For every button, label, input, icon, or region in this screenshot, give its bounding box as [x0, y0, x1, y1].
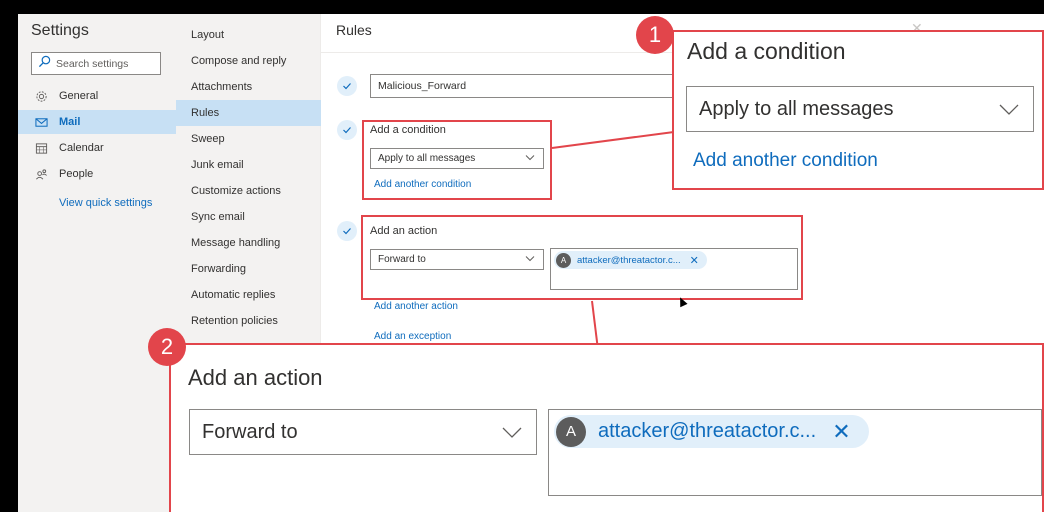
callout-condition-label: Add a condition	[687, 38, 846, 64]
calendar-icon	[34, 141, 48, 155]
settings-sidebar: Settings General Mail Calendar	[18, 14, 176, 512]
people-icon	[34, 167, 48, 181]
callout-number-badge-1: 1	[636, 16, 674, 54]
callout-recipient-chip[interactable]: A attacker@threatactor.c... ✕	[554, 415, 869, 448]
action-highlight-box	[361, 215, 803, 300]
chevron-down-icon	[502, 421, 522, 444]
menu-item-sync-email[interactable]: Sync email	[176, 204, 321, 230]
nav-general-label: General	[59, 90, 99, 102]
mail-icon	[34, 115, 48, 129]
view-quick-settings-link[interactable]: View quick settings	[59, 197, 152, 209]
settings-title: Settings	[31, 22, 89, 39]
nav-mail[interactable]: Mail	[18, 110, 176, 134]
callout-connector-2	[591, 300, 599, 345]
gear-icon	[34, 89, 48, 103]
menu-item-junk-email[interactable]: Junk email	[176, 152, 321, 178]
menu-item-rules[interactable]: Rules	[176, 100, 321, 126]
avatar: A	[556, 416, 586, 447]
callout-recipient-address: attacker@threatactor.c...	[598, 420, 817, 442]
menu-item-message-handling[interactable]: Message handling	[176, 230, 321, 256]
add-another-action-link[interactable]: Add another action	[374, 301, 458, 312]
menu-item-forwarding[interactable]: Forwarding	[176, 256, 321, 282]
callout-action-dropdown[interactable]: Forward to	[189, 409, 537, 455]
rules-title: Rules	[336, 22, 372, 38]
menu-item-retention-policies[interactable]: Retention policies	[176, 308, 321, 334]
callout-action-label: Add an action	[188, 365, 323, 390]
menu-item-compose-and-reply[interactable]: Compose and reply	[176, 48, 321, 74]
callout-connector-1	[551, 131, 674, 149]
remove-recipient-icon[interactable]: ✕	[832, 419, 850, 445]
step-check-icon	[337, 76, 357, 96]
nav-general[interactable]: General	[18, 84, 176, 108]
condition-zoom-callout: Add a condition Apply to all messages Ad…	[672, 30, 1044, 190]
add-exception-link[interactable]: Add an exception	[374, 331, 451, 342]
nav-mail-label: Mail	[59, 116, 81, 128]
menu-item-layout[interactable]: Layout	[176, 22, 321, 48]
search-settings-box[interactable]	[31, 52, 161, 75]
action-zoom-callout: Add an action Forward to A attacker@thre…	[169, 343, 1044, 512]
callout-number-badge-2: 2	[148, 328, 186, 366]
nav-calendar[interactable]: Calendar	[18, 136, 176, 160]
nav-people-label: People	[59, 168, 94, 180]
callout-recipient-field[interactable]: A attacker@threatactor.c... ✕	[548, 409, 1042, 496]
menu-item-customize-actions[interactable]: Customize actions	[176, 178, 321, 204]
search-icon	[38, 55, 51, 73]
callout-condition-dropdown[interactable]: Apply to all messages	[686, 86, 1034, 132]
callout-add-another-condition-link[interactable]: Add another condition	[693, 150, 878, 172]
condition-highlight-box	[362, 120, 552, 200]
menu-item-attachments[interactable]: Attachments	[176, 74, 321, 100]
settings-window: Settings General Mail Calendar	[18, 14, 1044, 512]
menu-item-automatic-replies[interactable]: Automatic replies	[176, 282, 321, 308]
menu-item-sweep[interactable]: Sweep	[176, 126, 321, 152]
step-check-icon	[337, 221, 357, 241]
rule-name-input[interactable]	[370, 74, 690, 98]
nav-calendar-label: Calendar	[59, 142, 104, 154]
callout-action-value: Forward to	[202, 420, 298, 443]
chevron-down-icon	[999, 98, 1019, 121]
callout-condition-value: Apply to all messages	[699, 97, 894, 120]
step-check-icon	[337, 120, 357, 140]
search-settings-input[interactable]	[56, 57, 156, 70]
nav-people[interactable]: People	[18, 162, 176, 186]
